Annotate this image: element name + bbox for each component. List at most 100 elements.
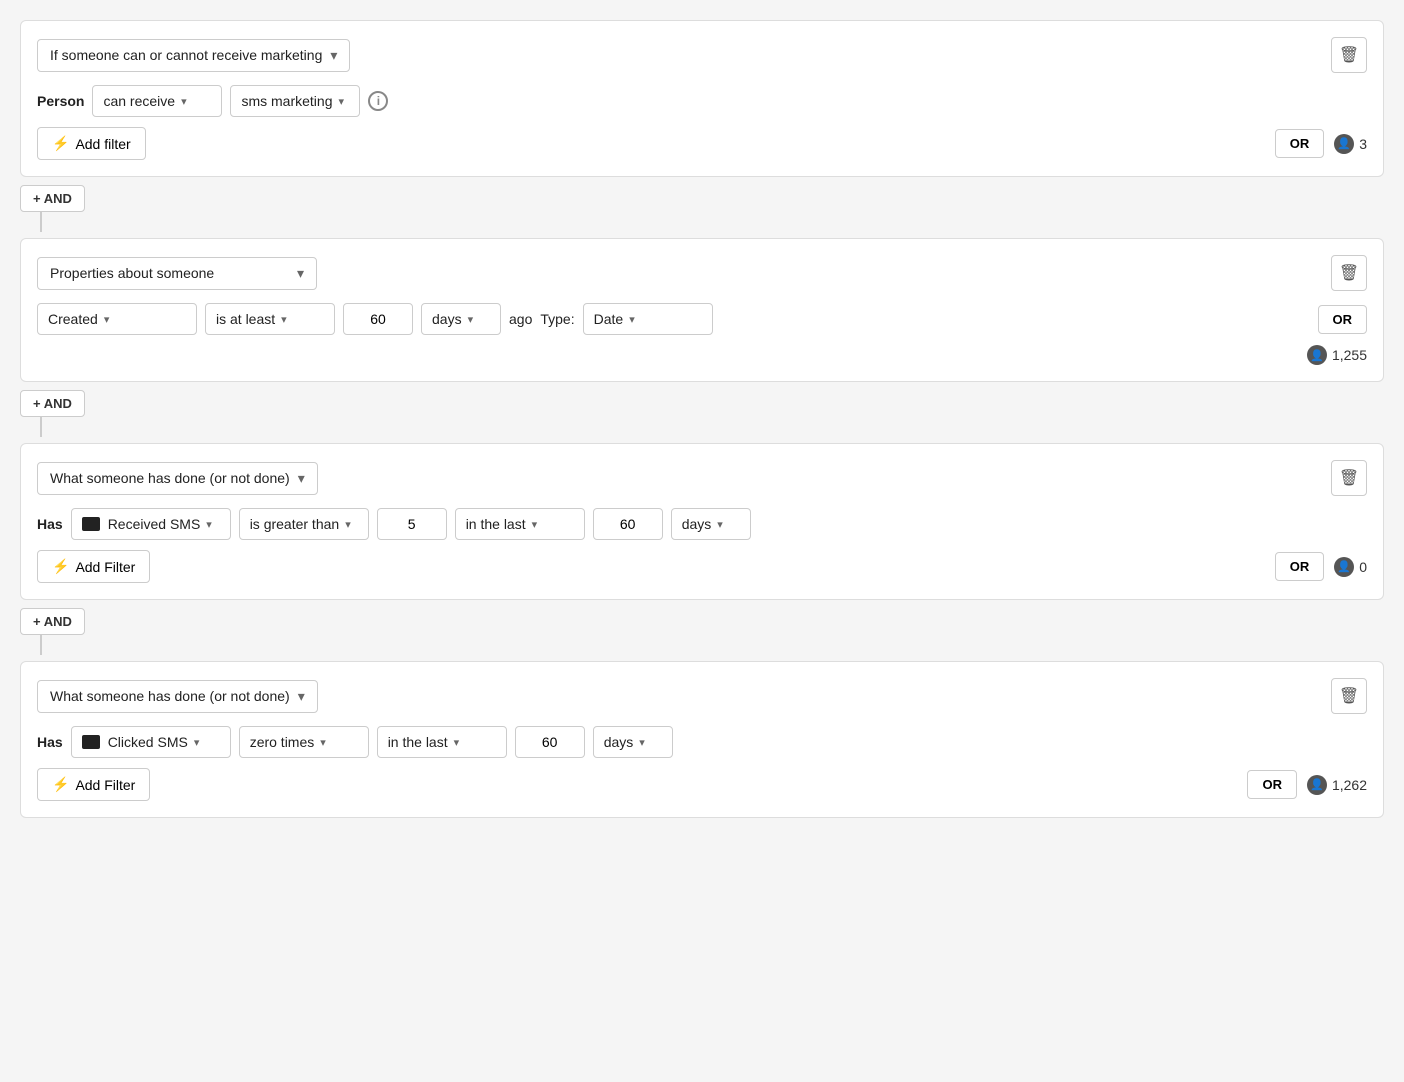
block1-type-select[interactable]: If someone can or cannot receive marketi… — [37, 39, 350, 72]
and-line-1 — [40, 212, 42, 232]
block3-person-icon: 👤 — [1334, 557, 1354, 577]
block4-add-filter-btn[interactable]: ⚡ Add Filter — [37, 768, 150, 801]
block3-condition-select[interactable]: is greater than ▾ — [239, 508, 369, 540]
block3-number-input2[interactable] — [593, 508, 663, 540]
block3-days-select[interactable]: days ▾ — [671, 508, 751, 540]
block2-type-select[interactable]: Properties about someone ▾ — [37, 257, 317, 290]
block3-header: What someone has done (or not done) ▾ 🗑 — [37, 460, 1367, 496]
block3-in-the-last-select[interactable]: in the last ▾ — [455, 508, 585, 540]
block2-days-select[interactable]: days ▾ — [421, 303, 501, 335]
and-connector-1: + AND — [20, 185, 1384, 232]
block2-person-icon: 👤 — [1307, 345, 1327, 365]
block3-days-chevron: ▾ — [717, 518, 723, 531]
block4-in-the-last-label: in the last — [388, 734, 448, 750]
block3-condition-label: is greater than — [250, 516, 340, 532]
block2-header: Properties about someone ▾ 🗑 — [37, 255, 1367, 291]
block3-event-select[interactable]: Received SMS ▾ — [71, 508, 231, 540]
block4-days-select[interactable]: days ▾ — [593, 726, 673, 758]
block2-is-at-least-select[interactable]: is at least ▾ — [205, 303, 335, 335]
and-line-2 — [40, 417, 42, 437]
block3-count-display: 👤 0 — [1334, 557, 1367, 577]
and-line-3 — [40, 635, 42, 655]
block4-condition-chevron: ▾ — [320, 736, 326, 749]
and-btn-3[interactable]: + AND — [20, 608, 85, 635]
block1-type-label: If someone can or cannot receive marketi… — [50, 47, 322, 63]
and-btn-1[interactable]: + AND — [20, 185, 85, 212]
page-container: If someone can or cannot receive marketi… — [0, 0, 1404, 846]
block3-condition-chevron: ▾ — [345, 518, 351, 531]
block4-filter-row: Has Clicked SMS ▾ zero times ▾ in the la… — [37, 726, 1367, 758]
block2-date-select[interactable]: Date ▾ — [583, 303, 713, 335]
block1-sms-marketing-chevron: ▾ — [339, 95, 345, 108]
block3-sms-icon — [82, 517, 100, 531]
block1-filter-row: Person can receive ▾ sms marketing ▾ i — [37, 85, 1367, 117]
block2-created-label: Created — [48, 311, 98, 327]
block4-in-the-last-select[interactable]: in the last ▾ — [377, 726, 507, 758]
block3-footer-row: ⚡ Add Filter OR 👤 0 — [37, 550, 1367, 583]
filter-block-2: Properties about someone ▾ 🗑 Created ▾ i… — [20, 238, 1384, 382]
block4-type-select[interactable]: What someone has done (or not done) ▾ — [37, 680, 318, 713]
block4-number-input[interactable] — [515, 726, 585, 758]
block4-or-btn[interactable]: OR — [1247, 770, 1297, 799]
block1-header: If someone can or cannot receive marketi… — [37, 37, 1367, 73]
block3-type-label: What someone has done (or not done) — [50, 470, 290, 486]
block2-created-chevron: ▾ — [104, 313, 110, 326]
block3-row-label: Has — [37, 516, 63, 532]
block1-count: 3 — [1359, 136, 1367, 152]
block4-days-label: days — [604, 734, 634, 750]
filter-block-1: If someone can or cannot receive marketi… — [20, 20, 1384, 177]
block2-or-btn[interactable]: OR — [1318, 305, 1368, 334]
block3-type-select[interactable]: What someone has done (or not done) ▾ — [37, 462, 318, 495]
block3-add-filter-label: Add Filter — [75, 559, 135, 575]
block4-footer-row: ⚡ Add Filter OR 👤 1,262 — [37, 768, 1367, 801]
block3-days-label: days — [682, 516, 712, 532]
block1-footer-row: ⚡ Add filter OR 👤 3 — [37, 127, 1367, 160]
block3-delete-btn[interactable]: 🗑 — [1331, 460, 1367, 496]
block1-delete-btn[interactable]: 🗑 — [1331, 37, 1367, 73]
block1-filter-icon: ⚡ — [52, 135, 69, 152]
block4-condition-label: zero times — [250, 734, 315, 750]
block3-filter-icon: ⚡ — [52, 558, 69, 575]
block1-count-display: 👤 3 — [1334, 134, 1367, 154]
block4-header: What someone has done (or not done) ▾ 🗑 — [37, 678, 1367, 714]
block2-days-chevron: ▾ — [468, 313, 474, 326]
block4-filter-icon: ⚡ — [52, 776, 69, 793]
and-connector-3: + AND — [20, 608, 1384, 655]
block1-add-filter-btn[interactable]: ⚡ Add filter — [37, 127, 146, 160]
block2-days-label: days — [432, 311, 462, 327]
block1-info-icon[interactable]: i — [368, 91, 388, 111]
block3-or-btn[interactable]: OR — [1275, 552, 1325, 581]
block2-number-input[interactable] — [343, 303, 413, 335]
block1-or-btn[interactable]: OR — [1275, 129, 1325, 158]
block1-can-receive-select[interactable]: can receive ▾ — [92, 85, 222, 117]
block4-count: 1,262 — [1332, 777, 1367, 793]
block2-type-prefix: Type: — [540, 311, 574, 327]
block2-type-label: Properties about someone — [50, 265, 214, 281]
block1-sms-marketing-select[interactable]: sms marketing ▾ — [230, 85, 360, 117]
block4-event-label: Clicked SMS — [108, 734, 188, 750]
block1-add-filter-label: Add filter — [75, 136, 130, 152]
block4-condition-select[interactable]: zero times ▾ — [239, 726, 369, 758]
block3-number-input1[interactable] — [377, 508, 447, 540]
block3-event-label: Received SMS — [108, 516, 201, 532]
block1-can-receive-chevron: ▾ — [181, 95, 187, 108]
block4-event-select[interactable]: Clicked SMS ▾ — [71, 726, 231, 758]
filter-block-4: What someone has done (or not done) ▾ 🗑 … — [20, 661, 1384, 818]
block2-filter-row: Created ▾ is at least ▾ days ▾ ago Type:… — [37, 303, 1367, 335]
block2-created-select[interactable]: Created ▾ — [37, 303, 197, 335]
block3-add-filter-btn[interactable]: ⚡ Add Filter — [37, 550, 150, 583]
block1-row-label: Person — [37, 93, 84, 109]
block2-count-display: 👤 1,255 — [1307, 345, 1367, 365]
block3-event-chevron: ▾ — [206, 518, 212, 531]
block2-count: 1,255 — [1332, 347, 1367, 363]
and-btn-2[interactable]: + AND — [20, 390, 85, 417]
block2-ago-label: ago — [509, 311, 532, 327]
block3-filter-row: Has Received SMS ▾ is greater than ▾ in … — [37, 508, 1367, 540]
block4-event-chevron: ▾ — [194, 736, 200, 749]
block2-type-chevron: ▾ — [297, 265, 304, 282]
block2-date-label: Date — [594, 311, 624, 327]
block2-delete-btn[interactable]: 🗑 — [1331, 255, 1367, 291]
block4-count-display: 👤 1,262 — [1307, 775, 1367, 795]
block4-type-label: What someone has done (or not done) — [50, 688, 290, 704]
block4-delete-btn[interactable]: 🗑 — [1331, 678, 1367, 714]
